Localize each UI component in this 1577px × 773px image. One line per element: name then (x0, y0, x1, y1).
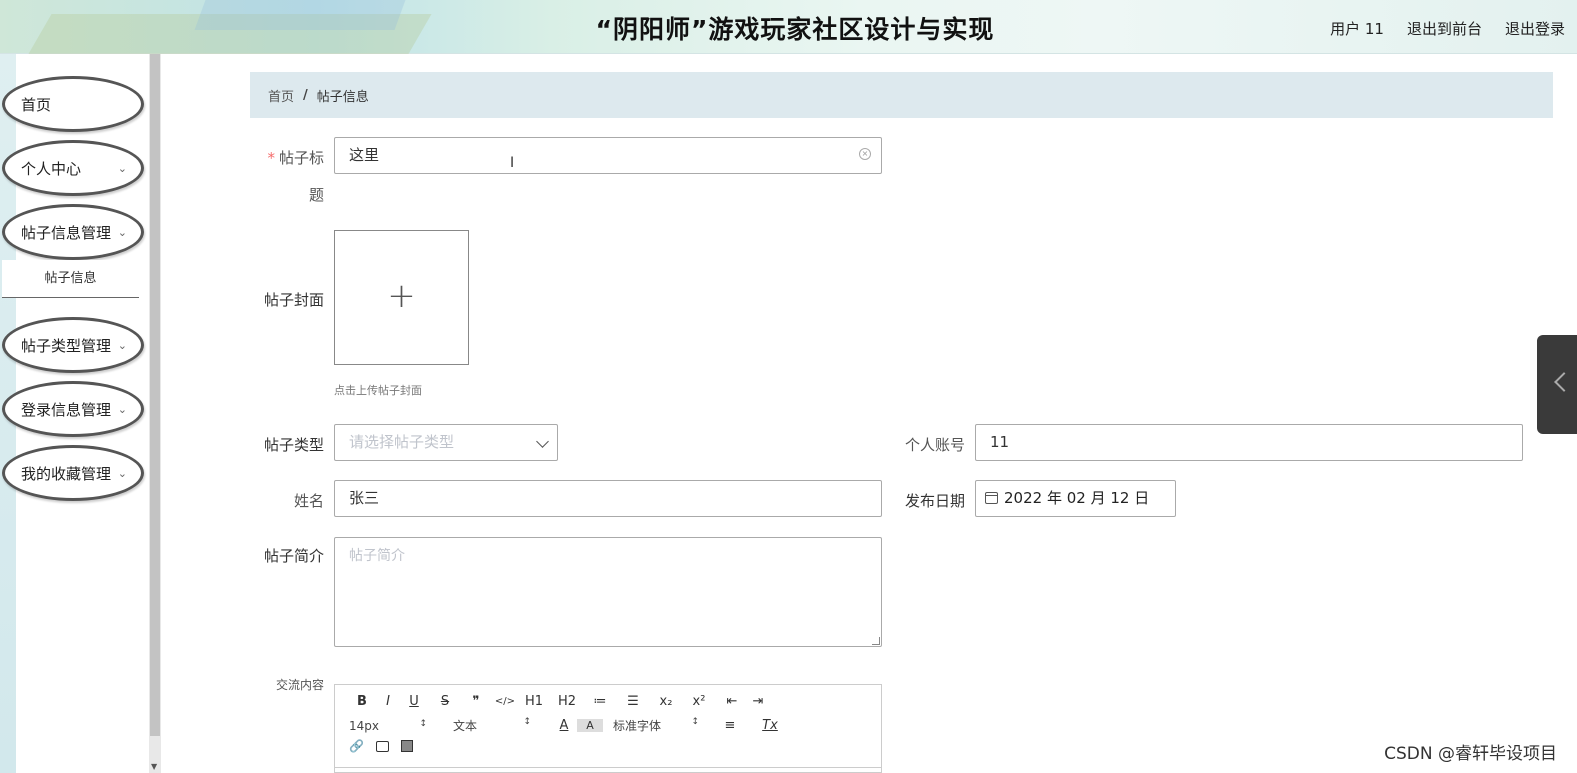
date-picker-value: 2022 年 02 月 12 日 (1004, 489, 1150, 507)
sidebar-item-personal-center[interactable]: 个人中心 ⌄ (2, 140, 144, 196)
date-label: 发布日期 (904, 492, 965, 510)
sidebar-item-label: 帖子信息管理 (21, 223, 112, 242)
sidebar-scrollbar[interactable]: ▼ (149, 54, 161, 773)
breadcrumb-home[interactable]: 首页 (268, 86, 294, 105)
logout-link[interactable]: 退出登录 (1505, 18, 1565, 39)
date-picker[interactable]: 2022 年 02 月 12 日 (975, 480, 1176, 517)
title-label-wrap: 题 (308, 186, 324, 204)
plus-icon: + (387, 276, 416, 316)
sidebar-item-label: 个人中心 (21, 159, 82, 178)
font-color-icon[interactable]: A (551, 718, 577, 733)
editor-divider (335, 767, 881, 768)
italic-icon[interactable]: I (375, 694, 401, 709)
sidebar-item-label: 首页 (21, 95, 52, 114)
sidebar-item-home[interactable]: 首页 (2, 76, 144, 132)
font-size-select[interactable]: 14px ↕ (349, 719, 427, 733)
strike-icon[interactable]: S (427, 694, 463, 709)
chevron-left-icon (1554, 372, 1574, 392)
superscript-icon[interactable]: x² (679, 694, 719, 709)
required-mark: * (267, 149, 275, 167)
cover-upload-button[interactable]: + (334, 230, 469, 365)
code-block-icon[interactable]: </> (489, 696, 521, 707)
cover-label: 帖子封面 (263, 291, 324, 309)
header-1-icon[interactable]: H1 (521, 694, 547, 709)
ordered-list-icon[interactable]: ≔ (587, 694, 613, 709)
header-links: 用户 11 退出到前台 退出登录 (1330, 18, 1565, 39)
sidebar-item-login-management[interactable]: 登录信息管理 ⌄ (2, 381, 144, 437)
clear-format-icon[interactable]: Tx (755, 718, 785, 733)
sidebar-item-label: 我的收藏管理 (21, 464, 112, 483)
bullet-list-icon[interactable]: ☰ (613, 694, 653, 709)
sidebar-item-post-management[interactable]: 帖子信息管理 ⌄ (2, 204, 144, 260)
align-icon[interactable]: ≡ (717, 718, 743, 733)
clear-icon[interactable]: × (859, 148, 871, 160)
title-input-value: 这里 (349, 146, 380, 164)
rich-text-editor[interactable]: B I U S ❞ </> H1 H2 ≔ ☰ x₂ x² ⇤ ⇥ 14px ↕ … (334, 684, 882, 773)
resize-handle-icon[interactable] (872, 637, 880, 645)
name-input[interactable]: 张三 (334, 480, 882, 517)
editor-toolbar-row-2: 14px ↕ 文本 ↕ A A 标准字体 ↕ ≡ Tx (349, 717, 785, 734)
breadcrumb-current: 帖子信息 (316, 89, 369, 105)
subscript-icon[interactable]: x₂ (653, 694, 679, 709)
sidebar-item-post-type-management[interactable]: 帖子类型管理 ⌄ (2, 317, 144, 373)
account-input-value: 11 (990, 433, 1010, 451)
intro-textarea[interactable]: 帖子简介 (334, 537, 882, 647)
sidebar-subitem-post-info[interactable]: 帖子信息 (2, 260, 139, 298)
scroll-down-arrow-icon[interactable]: ▼ (151, 762, 157, 771)
video-icon[interactable] (400, 740, 413, 752)
sidebar-item-favorites-management[interactable]: 我的收藏管理 ⌄ (2, 445, 144, 501)
title-label: * 帖子标 (267, 149, 324, 167)
type-select-placeholder: 请选择帖子类型 (349, 433, 455, 451)
back-to-front-link[interactable]: 退出到前台 (1407, 18, 1482, 39)
chevron-down-icon: ⌄ (117, 403, 127, 416)
chevron-down-icon: ⌄ (117, 162, 127, 175)
chevron-down-icon: ⌄ (117, 339, 127, 352)
chevron-down-icon (536, 435, 549, 448)
font-family-select[interactable]: 标准字体 ↕ (613, 717, 699, 734)
scrollbar-thumb[interactable] (150, 54, 160, 736)
header-select[interactable]: 文本 ↕ (453, 717, 531, 734)
type-label: 帖子类型 (263, 436, 324, 454)
top-header: “阴阳师”游戏玩家社区设计与实现 用户 11 退出到前台 退出登录 (0, 0, 1577, 54)
text-cursor-icon: I (510, 155, 515, 171)
intro-placeholder: 帖子简介 (349, 548, 405, 564)
title-input[interactable]: 这里 × (334, 137, 882, 174)
cover-upload-hint: 点击上传帖子封面 (334, 384, 422, 397)
sidebar-item-label: 登录信息管理 (21, 400, 112, 419)
account-label: 个人账号 (904, 436, 965, 454)
calendar-icon (985, 492, 998, 504)
name-input-value: 张三 (349, 489, 380, 507)
breadcrumb: 首页 / 帖子信息 (250, 72, 1553, 118)
user-label[interactable]: 用户 11 (1330, 18, 1384, 39)
editor-toolbar-row-1: B I U S ❞ </> H1 H2 ≔ ☰ x₂ x² ⇤ ⇥ (349, 694, 771, 709)
account-input[interactable]: 11 (975, 424, 1523, 461)
chevron-down-icon: ⌄ (117, 226, 127, 239)
breadcrumb-separator: / (303, 87, 308, 103)
content-label: 交流内容 (275, 678, 324, 692)
link-icon[interactable]: 🔗 (349, 739, 364, 753)
side-panel-toggle[interactable] (1537, 335, 1577, 434)
chevron-down-icon: ⌄ (117, 467, 127, 480)
sidebar-item-label: 帖子类型管理 (21, 336, 112, 355)
image-icon[interactable] (375, 740, 389, 752)
bold-icon[interactable]: B (349, 694, 375, 709)
background-color-icon[interactable]: A (577, 719, 603, 732)
header-2-icon[interactable]: H2 (547, 694, 587, 709)
name-label: 姓名 (293, 492, 324, 510)
intro-label: 帖子简介 (263, 547, 324, 565)
indent-icon[interactable]: ⇥ (745, 694, 771, 709)
underline-icon[interactable]: U (401, 694, 427, 709)
outdent-icon[interactable]: ⇤ (719, 694, 745, 709)
editor-toolbar-row-3: 🔗 (349, 739, 413, 753)
watermark: CSDN @睿轩毕设项目 (1384, 744, 1557, 764)
blockquote-icon[interactable]: ❞ (463, 694, 489, 709)
type-select[interactable]: 请选择帖子类型 (334, 424, 558, 461)
sidebar: 首页 个人中心 ⌄ 帖子信息管理 ⌄ 帖子信息 帖子类型管理 ⌄ 登录信息管理 … (0, 54, 148, 773)
